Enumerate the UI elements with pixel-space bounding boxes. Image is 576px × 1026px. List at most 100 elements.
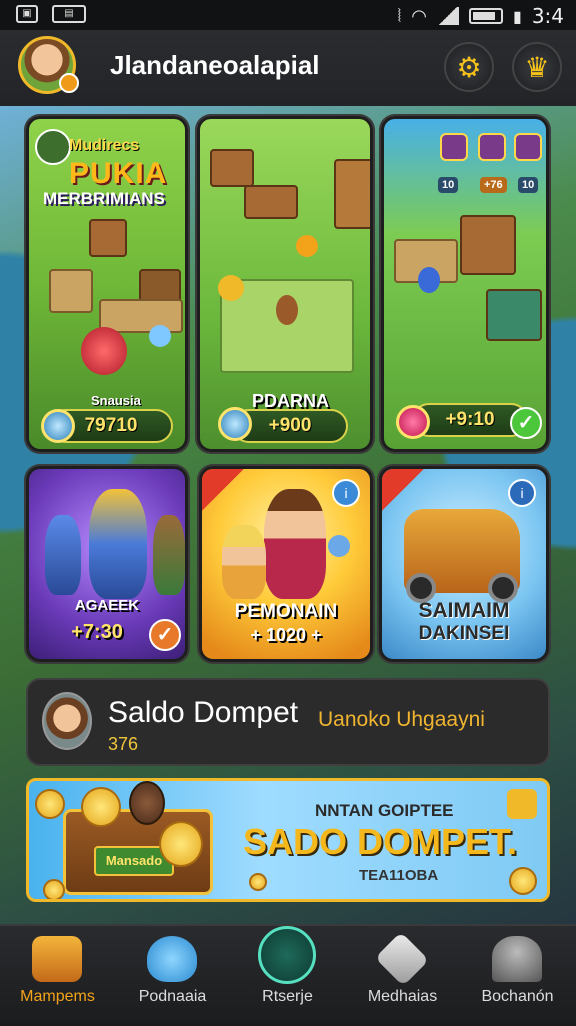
nav-label: Mampems [20, 988, 95, 1005]
crown-icon: ♛ [524, 51, 550, 83]
hero-card-1[interactable]: AGAEEK +7:30 ✓ [26, 466, 188, 662]
card-title: AGAEEK [74, 597, 140, 614]
hero-character [276, 295, 298, 325]
player-avatar[interactable] [18, 36, 79, 94]
building [486, 289, 542, 341]
pet-icon [147, 936, 197, 982]
pin-icon [507, 789, 537, 819]
coin-icon [396, 405, 430, 439]
banner-subtitle: NNTAN GOIPTEE [315, 801, 454, 820]
nav-item-shop[interactable]: Mampems [0, 926, 115, 1026]
dice-icon [374, 931, 430, 987]
nav-item-profile[interactable]: Bochanón [460, 926, 575, 1026]
check-icon: ✓ [149, 619, 181, 651]
ally-figure [153, 515, 185, 595]
card-value: +900 [268, 415, 312, 436]
vehicle-card[interactable]: i SAIMAIM DAKINSEI [379, 466, 549, 662]
star-icon [509, 867, 537, 895]
banner-headline: SADO DOMPET. [243, 821, 518, 862]
coin-icon [218, 407, 252, 441]
card-value: 79710 [84, 415, 138, 436]
nav-label: Rtserje [262, 988, 313, 1005]
promo-banner[interactable]: Mansado NNTAN GOIPTEE SADO DOMPET. TEA11… [26, 778, 550, 902]
building [244, 185, 298, 219]
card-title-big: PUKIA [69, 157, 168, 190]
vibrate-icon: ⦚ [397, 5, 402, 27]
nav-label: Bochanón [481, 988, 554, 1005]
hero-card-2[interactable]: i PEMONAIN + 1020 + [199, 466, 373, 662]
card-subtitle: MERBRIMIANS [43, 189, 165, 208]
building [89, 219, 127, 257]
gear-coin-icon [35, 789, 65, 819]
photo-icon: ▤ [52, 5, 86, 23]
player-name: Jlandaneoalapial [110, 50, 320, 80]
gallery-icon: ▣ [16, 5, 38, 23]
wallet-value: 376 [108, 734, 139, 754]
coin-pile [218, 275, 244, 301]
card-value: +9:10 [445, 409, 495, 430]
hero-figure [89, 489, 147, 599]
bottom-nav: Mampems Podnaaia Rtserje Medhaias Bochan… [0, 924, 576, 1026]
info-badge-icon: i [508, 479, 536, 507]
battle-icon [258, 926, 316, 984]
mini-avatar [35, 129, 71, 165]
stat-label: +76 [480, 177, 507, 193]
tower [334, 159, 370, 229]
enemy-character [296, 235, 318, 257]
info-badge-icon: i [332, 479, 360, 507]
map-tile [49, 269, 93, 313]
card-title: SAIMAIM [418, 599, 510, 622]
signal-icon [437, 7, 459, 25]
game-card-1[interactable]: Mudirecs PUKIA MERBRIMIANS Snausia 79710 [26, 116, 188, 452]
top-bar: Jlandaneoalapial ⚙ ♛ [0, 30, 576, 108]
gold-coin [43, 879, 65, 899]
stat-label: 10 [438, 177, 459, 193]
shop-icon [32, 936, 82, 982]
gear-icon: ⚙ [456, 51, 482, 83]
card-title: PEMONAIN [234, 601, 338, 622]
card-subtitle: DAKINSEI [418, 623, 510, 644]
ribbon-tag [202, 469, 244, 511]
banner-subtitle-2: TEA11OBA [359, 867, 439, 884]
item-icon [440, 133, 468, 161]
profile-icon [492, 936, 542, 982]
wallet-side-text: Uanoko Uhgaayni [318, 708, 485, 731]
battery-icon-small: ▮ [513, 6, 522, 26]
card-value: + 1020 + [250, 625, 322, 645]
nav-label: Medhaias [367, 988, 438, 1005]
wallet-panel[interactable]: Saldo Dompet 376 Uanoko Uhgaayni [26, 678, 550, 766]
game-card-2[interactable]: PDARNA +900 [197, 116, 373, 452]
wallet-avatar [42, 692, 92, 750]
ally-figure [45, 515, 81, 595]
building [460, 215, 516, 275]
gem [328, 535, 350, 557]
hero-figure [264, 489, 326, 599]
item-icon [514, 133, 542, 161]
check-icon: ✓ [510, 407, 542, 439]
wifi-icon: ◠ [411, 5, 427, 27]
card-title-small: Mudirecs [69, 137, 140, 154]
coin-icon [41, 409, 75, 443]
status-bar: ▣ ▤ ⦚ ◠ ▮ 3:4 [0, 0, 576, 30]
battery-icon [469, 8, 503, 24]
rewards-button[interactable]: ♛ [512, 42, 562, 92]
building [210, 149, 254, 187]
mascot-figure [159, 821, 203, 867]
character-figure [129, 781, 165, 825]
unit-character [418, 267, 440, 293]
wallet-title: Saldo Dompet [108, 696, 299, 729]
nav-item-dice[interactable]: Medhaias [345, 926, 460, 1026]
level-badge [59, 73, 79, 93]
gem [149, 325, 171, 347]
clock: 3:4 [531, 4, 564, 28]
stat-label: 10 [518, 177, 539, 193]
ribbon-tag [382, 469, 424, 511]
nav-item-battle[interactable]: Rtserje [230, 926, 345, 1026]
game-card-3[interactable]: 10 +76 10 +9:10 ✓ [381, 116, 549, 452]
card-caption: Snausia [91, 393, 141, 408]
settings-button[interactable]: ⚙ [444, 42, 494, 92]
nav-item-pets[interactable]: Podnaaia [115, 926, 230, 1026]
nav-label: Podnaaia [138, 988, 207, 1005]
robot-character [81, 327, 127, 375]
gold-coin [249, 873, 267, 891]
